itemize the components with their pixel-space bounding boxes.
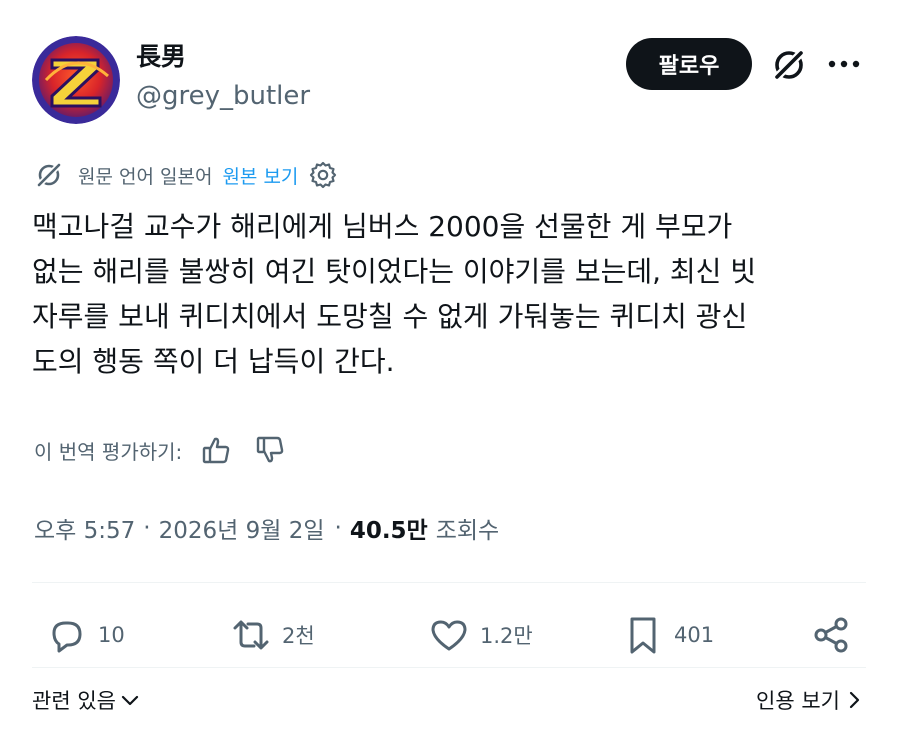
bookmark-count: 401 — [674, 623, 715, 647]
meta-separator: · — [143, 515, 151, 541]
like-button[interactable]: 1.2만 — [428, 608, 533, 662]
tweet-header: 長男 @grey_butler 팔로우 — [32, 34, 872, 124]
original-language-text: 원문 언어 일본어 — [78, 165, 213, 188]
gear-icon[interactable] — [308, 160, 338, 190]
tweet-footer: 관련 있음 인용 보기 — [32, 680, 868, 720]
reply-icon — [52, 621, 82, 653]
grok-icon[interactable] — [770, 46, 808, 84]
share-icon — [814, 617, 848, 653]
divider — [32, 667, 866, 668]
view-quotes-link[interactable]: 인용 보기 — [756, 680, 864, 720]
chevron-down-icon — [121, 695, 139, 706]
avatar[interactable] — [32, 36, 120, 124]
rate-translation-label: 이 번역 평가하기: — [34, 439, 183, 464]
repost-button[interactable]: 2천 — [230, 608, 315, 662]
tweet-line: 맥고나걸 교수가 해리에게 님버스 2000을 선물한 게 부모가 — [32, 210, 733, 243]
handle[interactable]: @grey_butler — [136, 78, 310, 114]
heart-icon — [431, 620, 467, 651]
like-count: 1.2만 — [480, 624, 533, 648]
grok-translate-icon — [35, 161, 63, 189]
repost-count: 2천 — [282, 624, 315, 648]
chevron-right-icon — [849, 691, 860, 709]
follow-button[interactable]: 팔로우 — [626, 38, 752, 90]
share-button[interactable] — [810, 608, 862, 662]
rate-translation: 이 번역 평가하기: — [34, 432, 286, 468]
translation-notice: 원문 언어 일본어 원본 보기 — [34, 158, 338, 192]
tweet-line: 도의 행동 쪽이 더 납득이 간다. — [32, 345, 395, 378]
action-bar: 10 2천 1.2만 401 — [32, 608, 868, 662]
views-label: 조회수 — [435, 518, 500, 544]
view-original-link[interactable]: 원본 보기 — [222, 162, 298, 189]
reply-count: 10 — [98, 623, 125, 647]
divider — [32, 582, 866, 583]
tweet-time[interactable]: 오후 5:57 — [34, 511, 135, 545]
more-options-icon[interactable] — [824, 48, 864, 80]
author-names: 長男 @grey_butler — [136, 40, 310, 114]
repost-icon — [233, 620, 269, 650]
display-name[interactable]: 長男 — [136, 40, 310, 74]
avatar-image — [32, 36, 120, 124]
thumbs-down-icon[interactable] — [254, 434, 286, 466]
meta-separator: · — [334, 515, 342, 541]
tweet-text: 맥고나걸 교수가 해리에게 님버스 2000을 선물한 게 부모가 없는 해리를… — [32, 204, 868, 384]
bookmark-button[interactable]: 401 — [622, 608, 714, 662]
views-count: 40.5만 — [349, 518, 428, 544]
view-quotes-label: 인용 보기 — [756, 689, 840, 713]
tweet-meta: 오후 5:57 · 2026년 9월 2일 · 40.5만 조회수 — [34, 508, 499, 548]
reply-button[interactable]: 10 — [46, 608, 125, 662]
bookmark-icon — [630, 617, 656, 654]
tweet-date[interactable]: 2026년 9월 2일 — [159, 511, 325, 545]
related-label: 관련 있음 — [32, 689, 116, 713]
thumbs-up-icon[interactable] — [200, 434, 232, 466]
tweet-line: 없는 해리를 불쌍히 여긴 탓이었다는 이야기를 보는데, 최신 빗 — [32, 255, 757, 288]
tweet-line: 자루를 보내 퀴디치에서 도망칠 수 없게 가둬놓는 퀴디치 광신 — [32, 300, 748, 333]
related-toggle[interactable]: 관련 있음 — [32, 680, 140, 720]
